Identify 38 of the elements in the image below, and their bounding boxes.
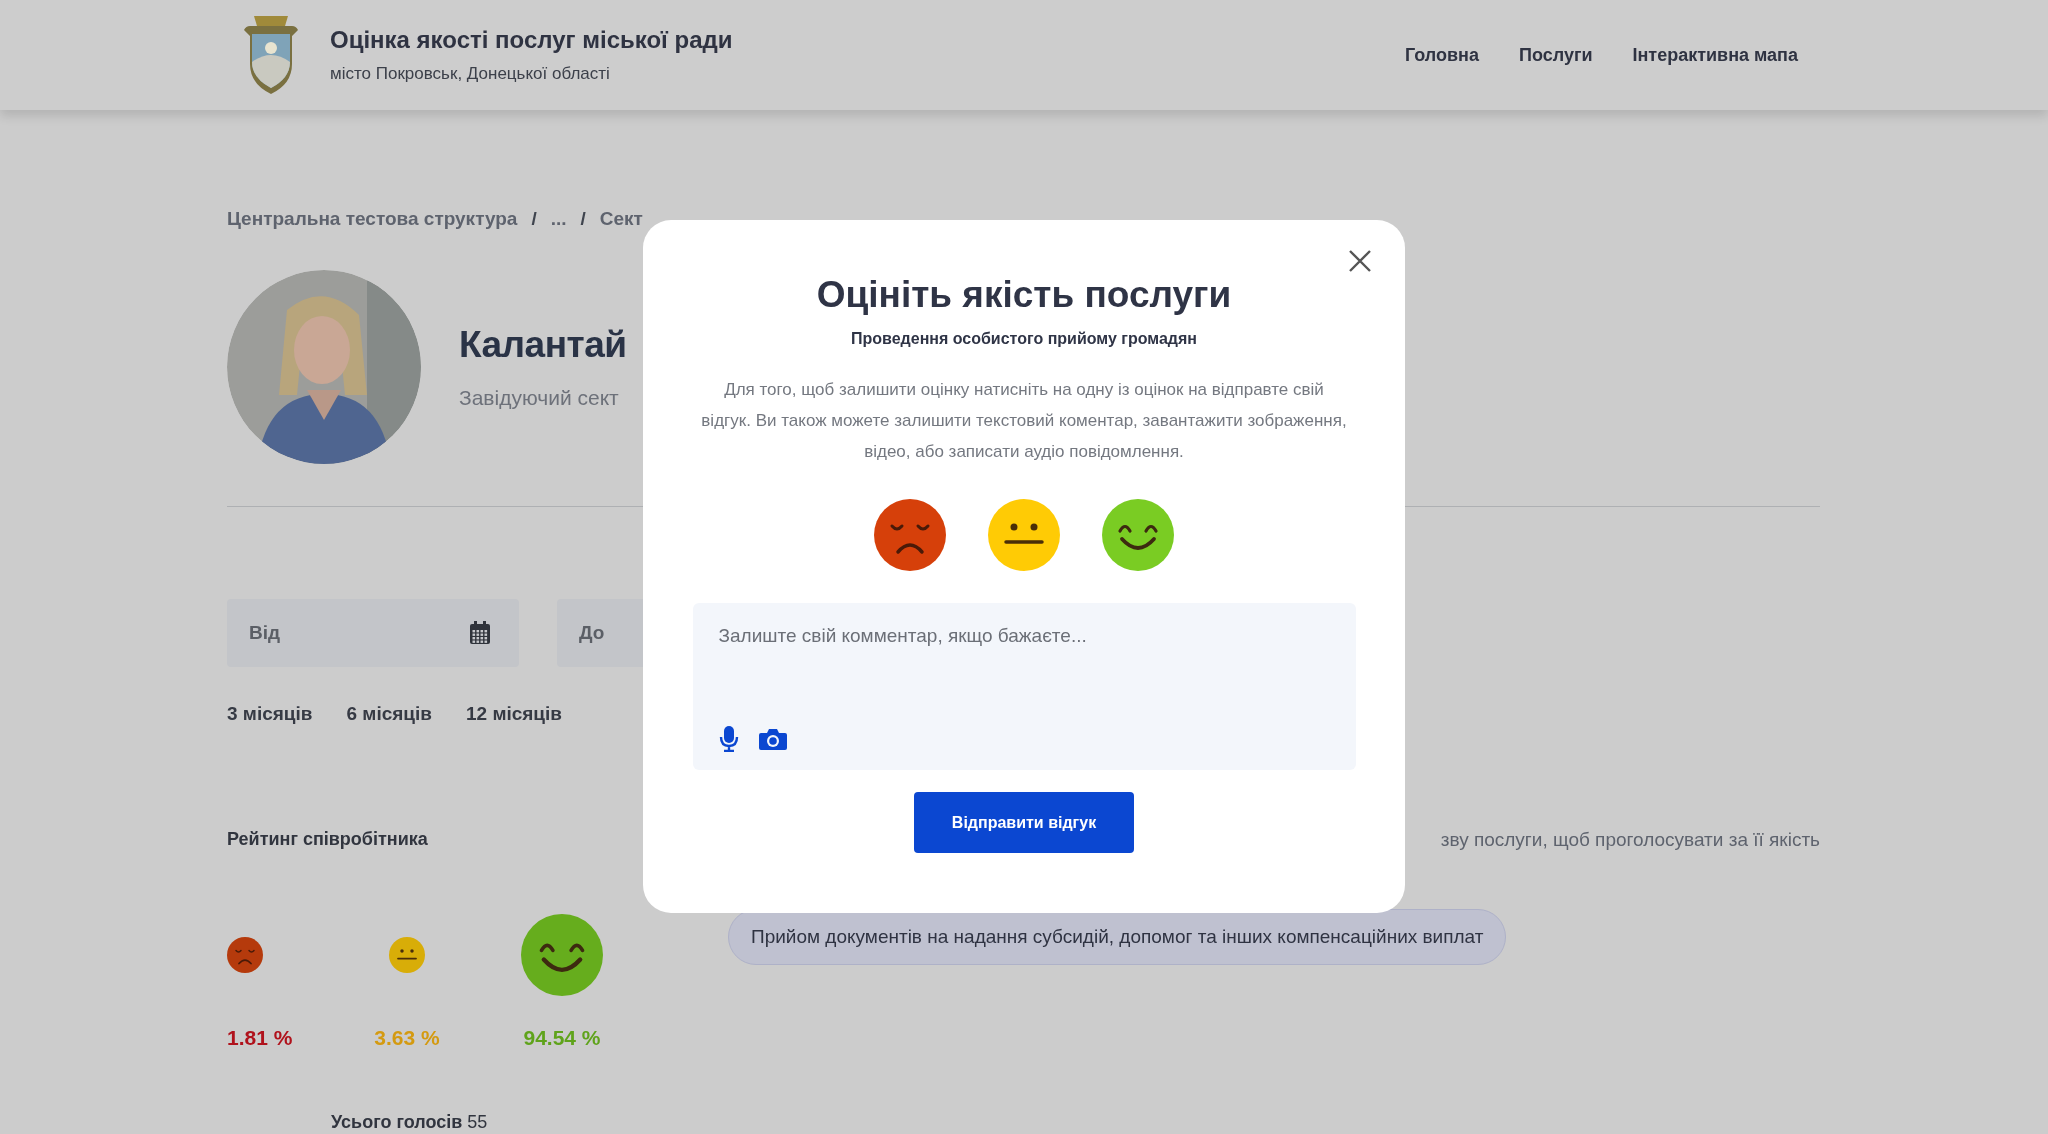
- breadcrumb-link[interactable]: Сект: [599, 208, 643, 230]
- rating-face-button[interactable]: [1102, 499, 1174, 571]
- breadcrumb-link[interactable]: Центральна тестова структура: [227, 208, 518, 230]
- employee-name: Калантай: [459, 324, 627, 366]
- rating-face-button[interactable]: [988, 499, 1060, 571]
- site-title: Оцінка якості послуг міської ради: [330, 26, 733, 54]
- rating-face-icon: [521, 914, 603, 996]
- submit-button[interactable]: Відправити відгук: [914, 792, 1134, 853]
- rating-percent: 94.54 %: [523, 1026, 601, 1050]
- services-hint: зву послуги, щоб проголосувати за її якість: [1440, 829, 1820, 851]
- period-link[interactable]: 3 місяців: [227, 703, 313, 725]
- nav-link[interactable]: Послуги: [1519, 44, 1593, 66]
- total-votes: Усього голосів 55: [331, 1112, 489, 1133]
- period-link[interactable]: 12 місяців: [465, 703, 562, 725]
- date-field[interactable]: Від: [227, 599, 519, 667]
- dialog-description: Для того, щоб залишити оцінку натисніть на одну із оцінок на відправте свій відгук. Ви також можете залишити текстовий коментар, завантажити зображення, відео, або записати аудіо повідомлення.: [700, 379, 1348, 463]
- camera-icon[interactable]: [758, 727, 787, 751]
- breadcrumb-link[interactable]: ...: [550, 208, 567, 230]
- calendar-icon: [469, 621, 491, 645]
- breadcrumb-separator: /: [531, 208, 537, 230]
- dialog-subtitle: Проведення особистого прийому громадян: [851, 330, 1197, 348]
- close-icon[interactable]: [1349, 250, 1371, 272]
- breadcrumb-separator: /: [580, 208, 586, 230]
- rating-percent: 3.63 %: [374, 1026, 440, 1050]
- rating-face-button[interactable]: [874, 499, 946, 571]
- rating-face-icon: [227, 937, 263, 973]
- comment-field[interactable]: Залиште свій комментар, якщо бажаєте...: [692, 603, 1356, 770]
- rating-percent: 1.81 %: [227, 1026, 293, 1050]
- nav-link[interactable]: Головна: [1405, 44, 1479, 66]
- microphone-icon[interactable]: [718, 726, 739, 752]
- period-link[interactable]: 6 місяців: [346, 703, 432, 725]
- site-subtitle: місто Покровськ, Донецької області: [330, 64, 611, 84]
- dialog-title: Оцініть якість послуги: [816, 274, 1232, 316]
- service-chip[interactable]: Прийом документів на надання субсидій, допомог та інших компенсаційних виплат: [728, 909, 1507, 965]
- employee-position: Завідуючий сект: [459, 386, 620, 410]
- nav-link[interactable]: Інтерактивна мапа: [1632, 44, 1798, 66]
- rating-face-icon: [389, 937, 425, 973]
- rating-title: Рейтинг співробітника: [227, 829, 429, 850]
